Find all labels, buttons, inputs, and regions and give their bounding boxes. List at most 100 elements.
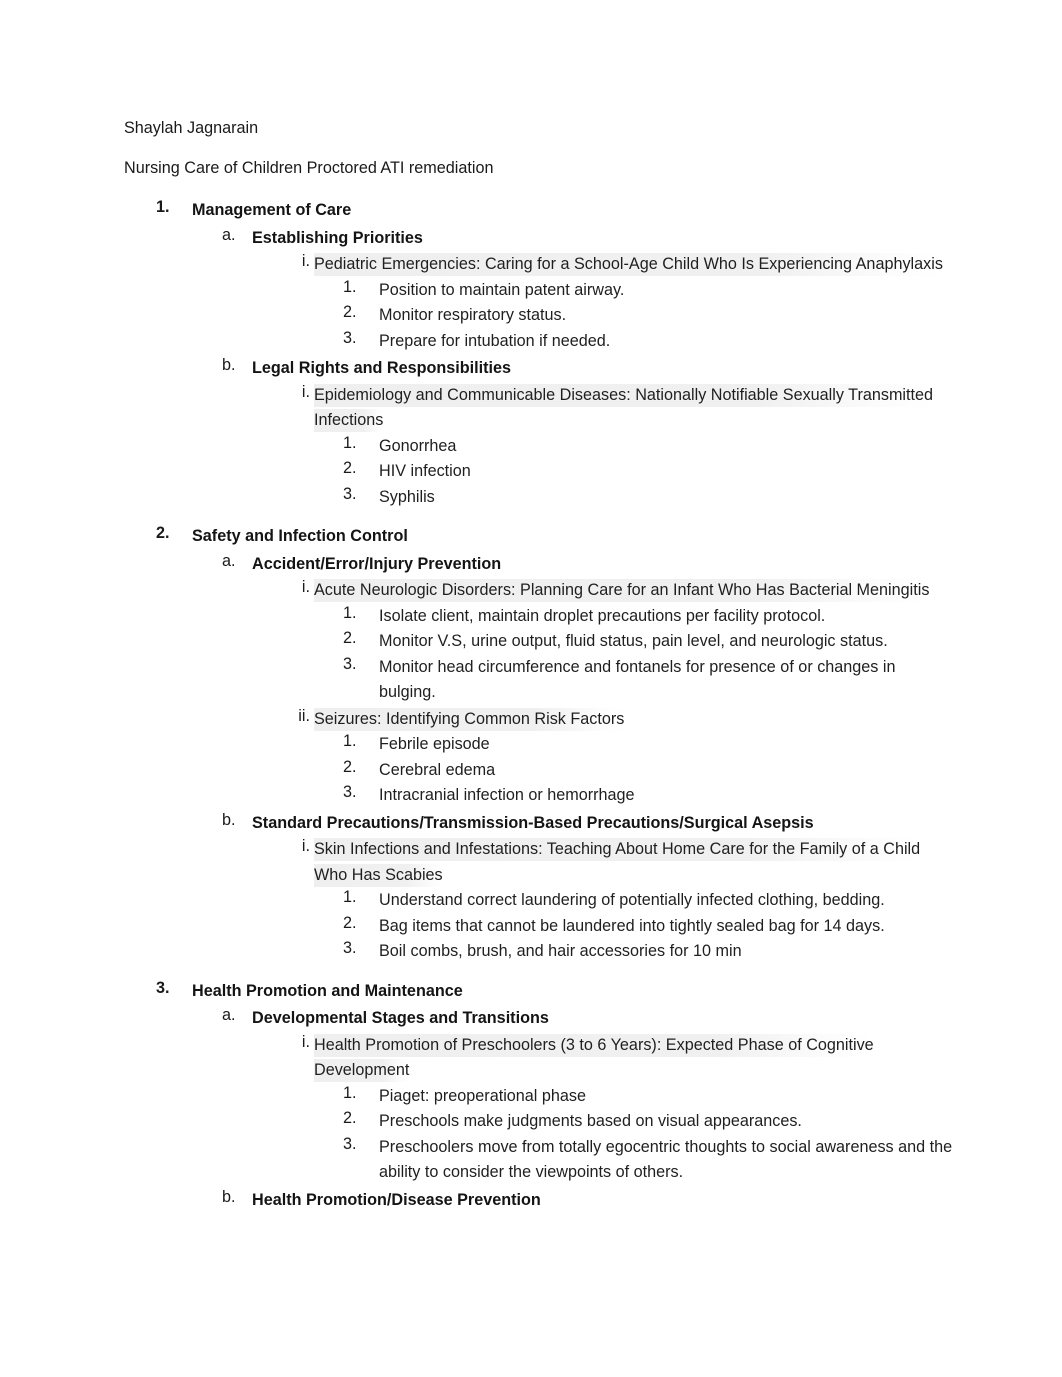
list-item-text: Acute Neurologic Disorders: Planning Car… bbox=[314, 579, 930, 602]
outline-item-level4: 3. Intracranial infection or hemorrhage bbox=[343, 783, 954, 809]
list-item-text: Isolate client, maintain droplet precaut… bbox=[379, 606, 826, 625]
list-marker: 3. bbox=[343, 654, 357, 673]
list-item-text: Prepare for intubation if needed. bbox=[379, 331, 611, 350]
outline-item-level2: a. Developmental Stages and Transitions bbox=[222, 1006, 954, 1032]
document-page: Shaylah Jagnarain Nursing Care of Childr… bbox=[0, 0, 1062, 1377]
list-marker: ii. bbox=[298, 706, 310, 725]
list-marker: b. bbox=[222, 810, 236, 829]
outline-item-level4: 3. Preschoolers move from totally egocent… bbox=[343, 1135, 954, 1186]
outline-item-level4: 2. Preschools make judgments based on vis… bbox=[343, 1109, 954, 1135]
outline-item-level4: 3. Syphilis bbox=[343, 485, 954, 511]
list-item-text: Health Promotion and Maintenance bbox=[192, 981, 463, 1000]
list-marker: a. bbox=[222, 1006, 236, 1024]
list-marker: 1. bbox=[343, 1083, 357, 1102]
list-marker: 2. bbox=[343, 629, 357, 647]
list-marker: i. bbox=[301, 382, 310, 401]
list-item-text: Seizures: Identifying Common Risk Factor… bbox=[314, 707, 625, 731]
list-marker: i. bbox=[301, 837, 310, 855]
outline-item-level3: i. Epidemiology and Communicable Diseases… bbox=[288, 383, 954, 434]
outline-list: 1. Management of Care a. Establishing Prior… bbox=[124, 198, 954, 1213]
list-item-text: Legal Rights and Responsibilities bbox=[252, 359, 512, 377]
list-marker: i. bbox=[301, 578, 310, 596]
list-marker: 3. bbox=[156, 978, 170, 997]
outline-item-level4: 1. Febrile episode bbox=[343, 732, 954, 758]
outline-item-level4: 1. Piaget: preoperational phase bbox=[343, 1084, 954, 1110]
list-marker: 3. bbox=[343, 484, 357, 503]
list-item-text: Preschoolers move from totally egocentri… bbox=[379, 1137, 953, 1182]
list-item-text: Health Promotion of Preschoolers (3 to 6… bbox=[314, 1033, 874, 1082]
list-marker: a. bbox=[222, 551, 236, 570]
list-marker: 1. bbox=[343, 433, 357, 452]
outline-item-level1: 1. Management of Care bbox=[156, 198, 954, 224]
list-marker: 2. bbox=[343, 1109, 357, 1127]
list-marker: 2. bbox=[343, 913, 357, 932]
list-item-text: Pediatric Emergencies: Caring for a Scho… bbox=[314, 253, 943, 276]
outline-item-level3: i. Pediatric Emergencies: Caring for a Sc… bbox=[288, 252, 954, 278]
list-marker: 1. bbox=[343, 603, 357, 622]
outline-item-level4: 1. Gonorrhea bbox=[343, 434, 954, 460]
list-item-text: Accident/Error/Injury Prevention bbox=[252, 554, 502, 573]
outline-item-level4: 2. Monitor V.S, urine output, fluid statu… bbox=[343, 629, 954, 655]
outline-item-level3: i. Skin Infections and Infestations: Teac… bbox=[288, 837, 954, 888]
list-item-text: Monitor head circumference and fontanels… bbox=[379, 657, 896, 702]
outline-item-level2: a. Accident/Error/Injury Prevention bbox=[222, 552, 954, 578]
list-marker: i. bbox=[301, 1032, 310, 1051]
outline-item-level3: i. Health Promotion of Preschoolers (3 to… bbox=[288, 1033, 954, 1084]
outline-item-level2: b. Standard Precautions/Transmission-Base… bbox=[222, 811, 954, 837]
list-item-text: Boil combs, brush, and hair accessories … bbox=[379, 942, 742, 960]
list-item-text: Skin Infections and Infestations: Teachi… bbox=[314, 838, 921, 887]
list-marker: 2. bbox=[343, 303, 357, 321]
document-subtitle: Nursing Care of Children Proctored ATI r… bbox=[124, 159, 494, 177]
outline-item-level4: 3. Boil combs, brush, and hair accessorie… bbox=[343, 939, 954, 965]
document-body: Shaylah Jagnarain Nursing Care of Childr… bbox=[124, 118, 954, 1213]
list-item-text: Position to maintain patent airway. bbox=[379, 280, 625, 299]
list-marker: b. bbox=[222, 1187, 236, 1206]
list-marker: 1. bbox=[343, 888, 357, 906]
list-item-text: Monitor V.S, urine output, fluid status,… bbox=[379, 632, 888, 650]
outline-item-level1: 3. Health Promotion and Maintenance bbox=[156, 979, 954, 1005]
list-marker: 2. bbox=[156, 524, 170, 542]
list-item-text: Management of Care bbox=[192, 201, 352, 219]
list-item-text: Cerebral edema bbox=[379, 760, 496, 779]
outline-item-level4: 1. Understand correct laundering of poten… bbox=[343, 888, 954, 914]
outline-item-level1: 2. Safety and Infection Control bbox=[156, 524, 954, 550]
list-item-text: Febrile episode bbox=[379, 735, 490, 753]
list-item-text: Bag items that cannot be laundered into … bbox=[379, 916, 885, 935]
list-item-text: Understand correct laundering of potenti… bbox=[379, 891, 885, 909]
list-marker: 1. bbox=[343, 732, 357, 750]
list-item-text: Health Promotion/Disease Prevention bbox=[252, 1190, 541, 1209]
list-marker: i. bbox=[301, 252, 310, 270]
list-item-text: Intracranial infection or hemorrhage bbox=[379, 786, 635, 804]
list-marker: 3. bbox=[343, 939, 357, 957]
list-item-text: Piaget: preoperational phase bbox=[379, 1086, 586, 1105]
outline-item-level4: 3. Monitor head circumference and fontane… bbox=[343, 655, 954, 706]
list-marker: 1. bbox=[156, 198, 170, 216]
list-item-text: Safety and Infection Control bbox=[192, 527, 408, 545]
list-item-text: Establishing Priorities bbox=[252, 228, 423, 247]
list-marker: 3. bbox=[343, 328, 357, 347]
list-item-text: Syphilis bbox=[379, 487, 435, 506]
outline-item-level4: 1. Position to maintain patent airway. bbox=[343, 278, 954, 304]
outline-item-level3: ii. Seizures: Identifying Common Risk Fac… bbox=[288, 707, 954, 733]
outline-item-level2: b. Legal Rights and Responsibilities bbox=[222, 356, 954, 382]
list-item-text: Developmental Stages and Transitions bbox=[252, 1009, 549, 1027]
list-marker: 3. bbox=[343, 783, 357, 801]
outline-item-level4: 2. Bag items that cannot be laundered int… bbox=[343, 914, 954, 940]
author-name: Shaylah Jagnarain bbox=[124, 119, 259, 137]
outline-item-level4: 2. Monitor respiratory status. bbox=[343, 303, 954, 329]
list-item-text: Standard Precautions/Transmission-Based … bbox=[252, 813, 814, 832]
list-marker: 3. bbox=[343, 1134, 357, 1153]
outline-item-level2: b. Health Promotion/Disease Prevention bbox=[222, 1188, 954, 1214]
outline-item-level2: a. Establishing Priorities bbox=[222, 226, 954, 252]
list-item-text: Gonorrhea bbox=[379, 436, 457, 455]
list-marker: 1. bbox=[343, 277, 357, 296]
list-item-text: Monitor respiratory status. bbox=[379, 306, 567, 324]
list-item-text: Epidemiology and Communicable Diseases: … bbox=[314, 383, 934, 432]
outline-item-level3: i. Acute Neurologic Disorders: Planning C… bbox=[288, 578, 954, 604]
outline-item-level4: 3. Prepare for intubation if needed. bbox=[343, 329, 954, 355]
list-item-text: Preschools make judgments based on visua… bbox=[379, 1112, 802, 1130]
list-marker: 2. bbox=[343, 757, 357, 776]
outline-item-level4: 2. HIV infection bbox=[343, 459, 954, 485]
list-marker: b. bbox=[222, 356, 236, 374]
outline-item-level4: 2. Cerebral edema bbox=[343, 758, 954, 784]
